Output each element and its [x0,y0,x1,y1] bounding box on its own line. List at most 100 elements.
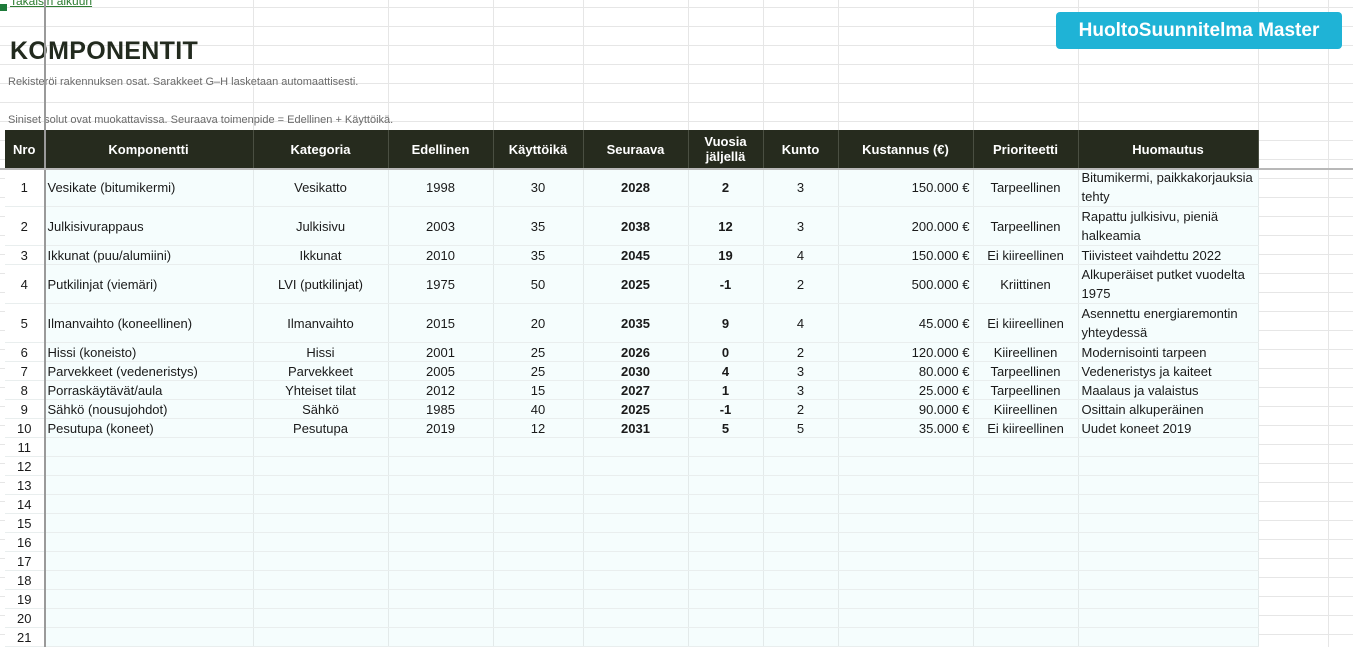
cell-kayttoika[interactable] [493,456,584,476]
cell-huomautus[interactable] [1078,532,1259,552]
cell-vuosia[interactable]: 0 [688,342,764,362]
cell-kustannus[interactable]: 200.000 € [838,206,974,246]
cell-seuraava[interactable]: 2028 [583,168,689,207]
cell-komponentti[interactable] [44,494,254,514]
cell-kunto[interactable]: 2 [763,264,839,304]
cell-komponentti[interactable]: Hissi (koneisto) [44,342,254,362]
cell-seuraava[interactable]: 2026 [583,342,689,362]
cell-huomautus[interactable]: Osittain alkuperäinen [1078,399,1259,419]
cell-nro[interactable]: 18 [5,570,45,590]
cell-kayttoika[interactable] [493,513,584,533]
cell-prioriteetti[interactable] [973,627,1079,647]
cell-vuosia[interactable] [688,589,764,609]
cell-kategoria[interactable] [253,475,389,495]
cell-seuraava[interactable]: 2025 [583,399,689,419]
header-prioriteetti[interactable]: Prioriteetti [973,130,1079,168]
cell-komponentti[interactable]: Putkilinjat (viemäri) [44,264,254,304]
cell-seuraava[interactable]: 2035 [583,303,689,343]
cell-edellinen[interactable] [388,627,494,647]
cell-kayttoika[interactable]: 50 [493,264,584,304]
cell-seuraava[interactable]: 2038 [583,206,689,246]
cell-kategoria[interactable]: LVI (putkilinjat) [253,264,389,304]
cell-komponentti[interactable] [44,513,254,533]
cell-kayttoika[interactable]: 15 [493,380,584,400]
cell-kunto[interactable]: 4 [763,245,839,265]
cell-seuraava[interactable] [583,513,689,533]
cell-kunto[interactable]: 2 [763,342,839,362]
cell-kustannus[interactable] [838,475,974,495]
cell-kunto[interactable] [763,513,839,533]
cell-vuosia[interactable] [688,513,764,533]
header-seuraava[interactable]: Seuraava [583,130,689,168]
cell-huomautus[interactable] [1078,627,1259,647]
cell-seuraava[interactable]: 2030 [583,361,689,381]
cell-nro[interactable]: 9 [5,399,45,419]
cell-kunto[interactable] [763,570,839,590]
cell-kayttoika[interactable]: 12 [493,418,584,438]
cell-edellinen[interactable]: 1975 [388,264,494,304]
cell-komponentti[interactable] [44,627,254,647]
cell-kayttoika[interactable]: 25 [493,342,584,362]
cell-seuraava[interactable] [583,570,689,590]
cell-kunto[interactable] [763,437,839,457]
cell-kunto[interactable]: 3 [763,380,839,400]
cell-nro[interactable]: 8 [5,380,45,400]
cell-komponentti[interactable] [44,475,254,495]
cell-vuosia[interactable] [688,532,764,552]
cell-kayttoika[interactable] [493,589,584,609]
cell-huomautus[interactable] [1078,589,1259,609]
cell-seuraava[interactable] [583,456,689,476]
cell-kustannus[interactable] [838,570,974,590]
cell-prioriteetti[interactable]: Ei kiireellinen [973,303,1079,343]
cell-kayttoika[interactable] [493,475,584,495]
cell-kayttoika[interactable]: 25 [493,361,584,381]
back-to-start-link[interactable]: Takaisin alkuun [10,0,92,8]
cell-kustannus[interactable]: 500.000 € [838,264,974,304]
cell-kunto[interactable] [763,627,839,647]
cell-seuraava[interactable] [583,627,689,647]
cell-kunto[interactable] [763,532,839,552]
cell-prioriteetti[interactable] [973,437,1079,457]
header-kayttoika[interactable]: Käyttöikä [493,130,584,168]
cell-kustannus[interactable] [838,437,974,457]
cell-komponentti[interactable] [44,437,254,457]
cell-kunto[interactable]: 3 [763,168,839,207]
cell-huomautus[interactable] [1078,475,1259,495]
cell-seuraava[interactable] [583,437,689,457]
cell-komponentti[interactable] [44,570,254,590]
cell-kustannus[interactable]: 25.000 € [838,380,974,400]
cell-vuosia[interactable] [688,437,764,457]
cell-vuosia[interactable]: 19 [688,245,764,265]
cell-prioriteetti[interactable]: Tarpeellinen [973,206,1079,246]
cell-huomautus[interactable] [1078,570,1259,590]
cell-kustannus[interactable] [838,627,974,647]
cell-kustannus[interactable] [838,494,974,514]
cell-prioriteetti[interactable]: Tarpeellinen [973,361,1079,381]
cell-kunto[interactable]: 5 [763,418,839,438]
cell-prioriteetti[interactable] [973,589,1079,609]
cell-kategoria[interactable] [253,570,389,590]
cell-kayttoika[interactable] [493,532,584,552]
cell-prioriteetti[interactable]: Kriittinen [973,264,1079,304]
cell-edellinen[interactable] [388,475,494,495]
cell-kustannus[interactable]: 45.000 € [838,303,974,343]
cell-kategoria[interactable]: Ikkunat [253,245,389,265]
cell-nro[interactable]: 14 [5,494,45,514]
cell-seuraava[interactable] [583,589,689,609]
cell-edellinen[interactable] [388,513,494,533]
cell-kustannus[interactable]: 80.000 € [838,361,974,381]
cell-vuosia[interactable] [688,570,764,590]
cell-edellinen[interactable]: 2019 [388,418,494,438]
cell-vuosia[interactable]: 9 [688,303,764,343]
cell-edellinen[interactable] [388,608,494,628]
cell-edellinen[interactable] [388,551,494,571]
cell-nro[interactable]: 15 [5,513,45,533]
cell-kustannus[interactable]: 120.000 € [838,342,974,362]
cell-prioriteetti[interactable] [973,608,1079,628]
cell-edellinen[interactable] [388,532,494,552]
cell-kustannus[interactable] [838,551,974,571]
cell-kategoria[interactable] [253,608,389,628]
cell-prioriteetti[interactable] [973,494,1079,514]
cell-seuraava[interactable] [583,608,689,628]
cell-huomautus[interactable]: Asennettu energiaremontin yhteydessä [1078,303,1259,343]
